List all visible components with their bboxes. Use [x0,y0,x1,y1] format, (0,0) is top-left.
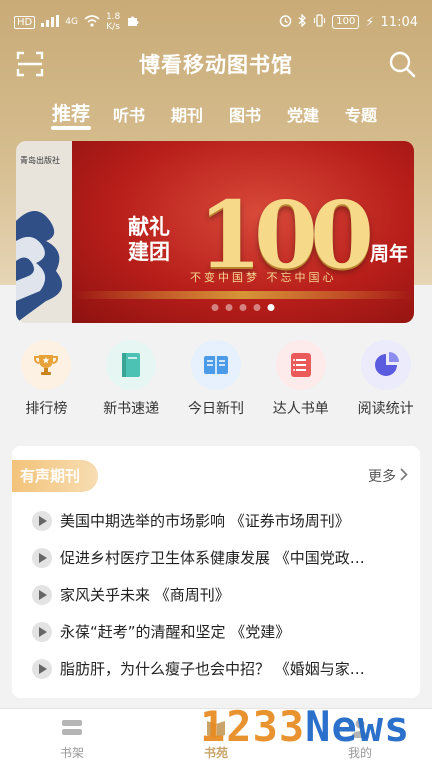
banner-left-text: 献礼 建团 [128,215,170,265]
play-icon[interactable] [32,584,52,605]
audio-periodicals-card: 有声期刊 更多 美国中期选举的市场影响 《证券市场周刊》 促进乡村医疗卫生体系健… [12,446,420,698]
book-icon [106,340,157,390]
list-item-title: 家风关乎未来 《商周刊》 [60,586,230,604]
play-icon[interactable] [32,658,52,679]
network-type-label: 4G [65,17,78,27]
list-item-title: 美国中期选举的市场影响 《证券市场周刊》 [60,512,350,530]
search-icon [389,51,416,78]
tab-topics[interactable]: 专题 [332,96,390,136]
entry-reading-stats-label: 阅读统计 [357,401,414,417]
tab-recommend[interactable]: 推荐 [42,96,100,136]
puzzle-icon [126,14,139,30]
list-item-title: 永葆“赶考”的清醒和坚定 《党建》 [60,623,291,641]
status-bar: HD 4G 1.8 K/s 100 ⚡ 11:04 [0,0,432,44]
banner-side-slide[interactable]: 青岛出版社 [16,141,72,323]
network-speed-unit: K/s [106,22,120,32]
tab-audiobooks[interactable]: 听书 [100,96,158,136]
tabbar-bookshelf-label: 书架 [59,746,84,760]
clock-time: 11:04 [380,14,418,30]
entry-new-periodicals-label: 今日新刊 [187,401,244,417]
entry-expert-lists[interactable]: 达人书单 [260,340,342,422]
carousel-dot[interactable] [239,304,247,311]
network-speed: 1.8 K/s [106,12,120,32]
pie-chart-icon [360,340,411,390]
tab-party-building[interactable]: 党建 [274,96,332,136]
banner-gold-band [72,291,414,299]
network-speed-value: 1.8 [105,12,121,22]
search-button[interactable] [388,50,416,78]
wave-illustration [16,211,63,323]
banner-main-slide[interactable]: 献礼 建团 100 周年 不变中国梦 不忘中国心 [72,141,414,323]
hd-badge: HD [14,15,36,29]
bookshelf-icon [62,720,82,735]
watermark-digits: 1233 [200,702,306,751]
tab-books[interactable]: 图书 [216,96,274,136]
open-book-icon [190,340,241,390]
status-left: HD 4G 1.8 K/s [14,12,139,32]
category-tabs: 推荐 听书 期刊 图书 党建 专题 [0,96,432,136]
entry-new-books-label: 新书速递 [103,401,160,417]
banner-carousel[interactable]: 青岛出版社 献礼 建团 100 周年 不变中国梦 不忘中国心 [16,141,414,323]
carousel-dot[interactable] [253,304,261,311]
banner-right-text: 周年 [370,243,409,265]
wifi-icon [84,14,100,30]
entry-reading-stats[interactable]: 阅读统计 [345,340,427,422]
audio-list: 美国中期选举的市场影响 《证券市场周刊》 促进乡村医疗卫生体系健康发展 《中国党… [12,496,420,687]
list-item[interactable]: 促进乡村医疗卫生体系健康发展 《中国党政… [32,539,420,576]
list-icon [275,340,326,390]
site-watermark-logo: 1233News [200,702,410,751]
carousel-dot[interactable] [225,304,233,311]
watermark-text: News [305,702,411,751]
scan-button[interactable] [16,50,44,78]
trophy-icon [21,340,72,390]
entry-new-periodicals[interactable]: 今日新刊 [175,340,257,422]
status-right: 100 ⚡ 11:04 [279,13,418,30]
tab-periodicals[interactable]: 期刊 [158,96,216,136]
carousel-dot[interactable] [211,304,219,311]
vibrate-icon [313,14,326,30]
more-link[interactable]: 更多 [368,466,408,486]
entry-ranking-label: 排行榜 [25,401,68,417]
carousel-dot-active[interactable] [267,304,275,311]
bluetooth-icon [298,13,307,30]
banner-slogan: 不变中国梦 不忘中国心 [190,271,337,284]
chevron-right-icon [400,467,408,485]
charging-icon: ⚡ [365,14,375,30]
card-header: 有声期刊 更多 [12,446,420,496]
list-item[interactable]: 家风关乎未来 《商周刊》 [32,576,420,613]
banner-left-line1: 献礼 [128,215,170,239]
signal-icon [41,14,60,30]
play-icon[interactable] [32,547,52,568]
play-icon[interactable] [32,510,52,531]
page-title: 博看移动图书馆 [139,53,293,77]
carousel-dots [211,304,275,311]
tabbar-bookshelf[interactable]: 书架 [0,709,144,768]
entry-expert-lists-label: 达人书单 [272,401,329,417]
list-item[interactable]: 美国中期选举的市场影响 《证券市场周刊》 [32,502,420,539]
play-icon[interactable] [32,621,52,642]
entry-new-books[interactable]: 新书速递 [90,340,172,422]
list-item-title: 促进乡村医疗卫生体系健康发展 《中国党政… [60,549,365,567]
more-label: 更多 [368,469,396,485]
scan-icon [16,51,44,77]
app-header: 博看移动图书馆 [0,44,432,84]
section-title-badge: 有声期刊 [12,460,99,492]
quick-entry-grid: 排行榜 新书速递 今日新刊 达人书单 阅读统计 [0,340,432,422]
list-item[interactable]: 永葆“赶考”的清醒和坚定 《党建》 [32,613,420,650]
list-item[interactable]: 脂肪肝，为什么瘦子也会中招？ 《婚姻与家… [32,650,420,687]
banner-left-line2: 建团 [128,240,170,264]
alarm-icon [279,14,292,30]
list-item-title: 脂肪肝，为什么瘦子也会中招？ 《婚姻与家… [60,660,365,678]
battery-indicator: 100 [332,15,360,29]
entry-ranking[interactable]: 排行榜 [5,340,87,422]
